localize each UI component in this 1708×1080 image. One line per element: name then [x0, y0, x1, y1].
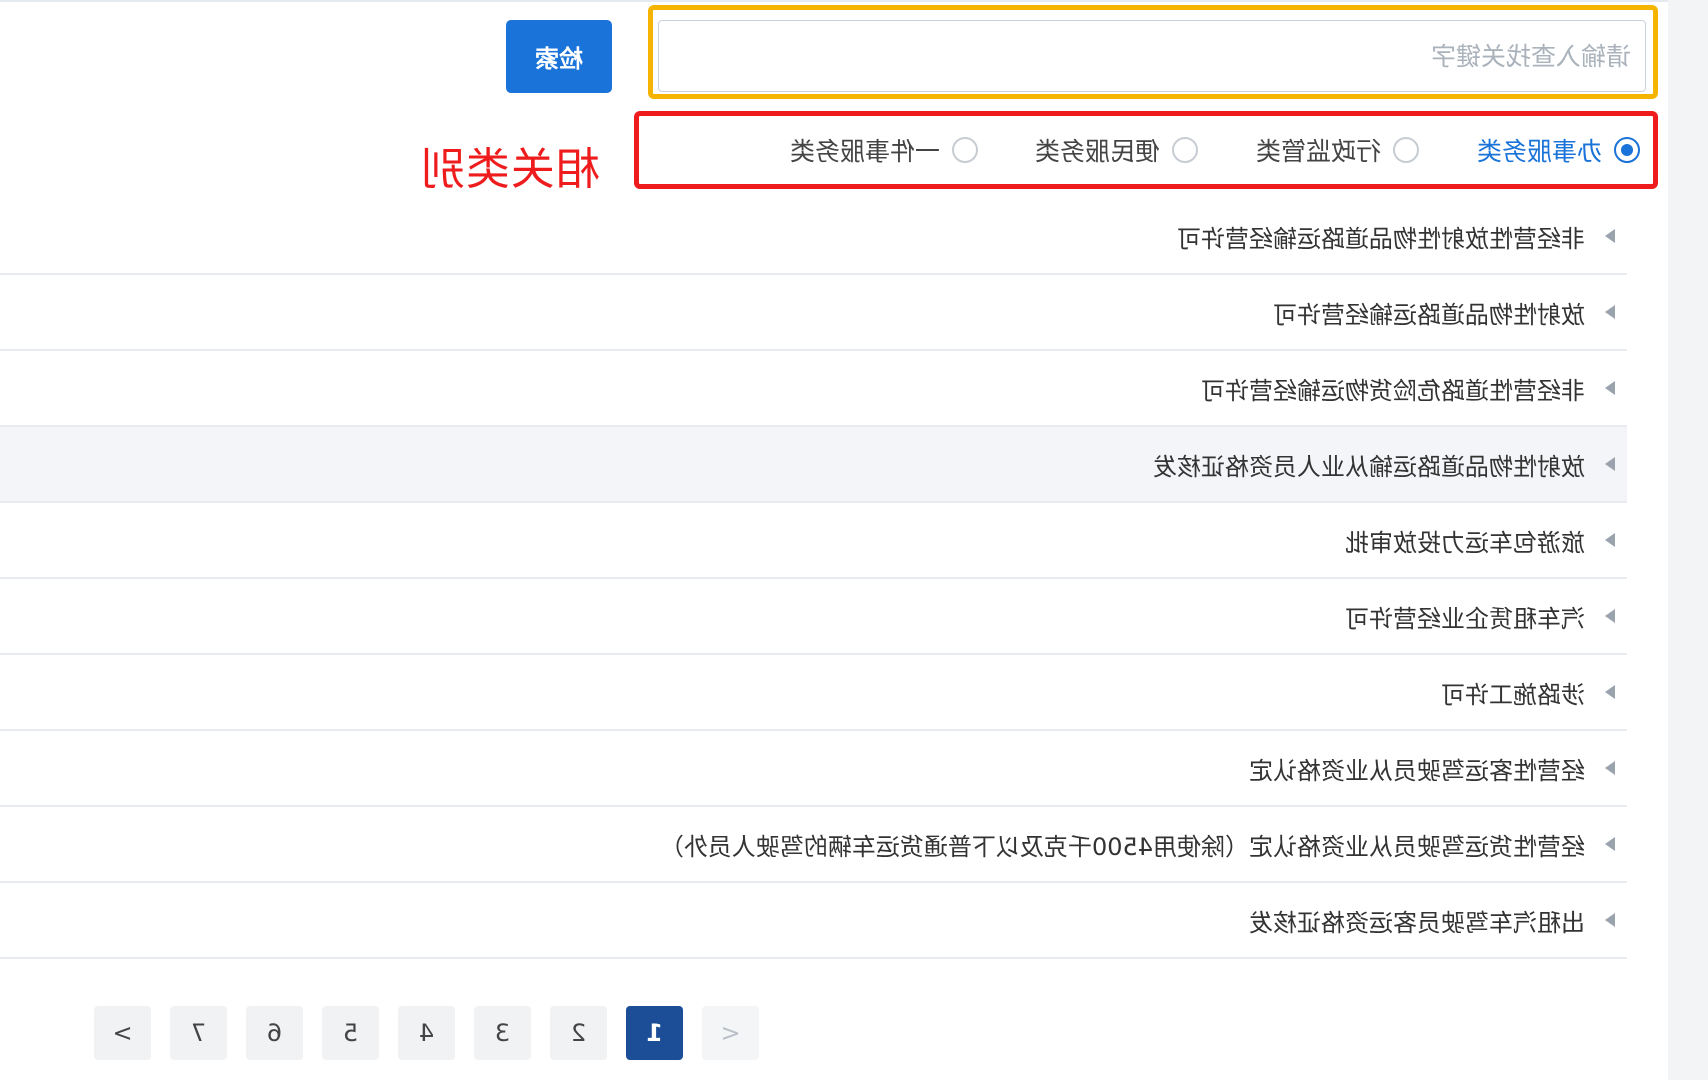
list-item[interactable]: 出租汽车驾驶员客运资格证核发 [0, 883, 1627, 959]
list-item[interactable]: 汽车租赁企业经营许可 [0, 579, 1627, 655]
next-page-button[interactable]: > [94, 1006, 151, 1060]
radio-option-0[interactable]: 办事服务类 [1477, 111, 1640, 189]
page-button-4[interactable]: 4 [398, 1006, 455, 1060]
search-input[interactable] [658, 20, 1646, 92]
page-button-1[interactable]: 1 [626, 1006, 683, 1060]
caret-right-icon [1605, 381, 1615, 395]
radio-circle-icon[interactable] [1614, 137, 1640, 163]
list-item-text: 经营性货运驾驶员从业资格认定（除使用4500千克及以下普通货运车辆的驾驶人员外） [659, 832, 1585, 861]
list-item[interactable]: 放射性物品道路运输从业人员资格证核发 [0, 427, 1627, 503]
caret-right-icon [1605, 305, 1615, 319]
list-item-text: 非经营性放射性物品道路运输经营许可 [1177, 224, 1585, 253]
list-item[interactable]: 经营性客运驾驶员从业资格认定 [0, 731, 1627, 807]
radio-label: 行政监管类 [1255, 137, 1381, 166]
caret-right-icon [1605, 761, 1615, 775]
radio-label: 便民服务类 [1034, 137, 1160, 166]
caret-right-icon [1605, 457, 1615, 471]
list-item[interactable]: 非经营性放射性物品道路运输经营许可 [0, 199, 1627, 275]
caret-right-icon [1605, 533, 1615, 547]
service-list: 非经营性放射性物品道路运输经营许可 放射性物品道路运输经营许可 非经营性道路危险… [0, 199, 1627, 959]
list-item-text: 放射性物品道路运输经营许可 [1273, 300, 1585, 329]
list-item-text: 出租汽车驾驶员客运资格证核发 [1249, 908, 1585, 937]
list-item[interactable]: 放射性物品道路运输经营许可 [0, 275, 1627, 351]
caret-right-icon [1605, 685, 1615, 699]
list-item[interactable]: 旅游包车运力投放审批 [0, 503, 1627, 579]
caret-right-icon [1605, 837, 1615, 851]
pagination: < 1 2 3 4 5 6 7 > [94, 1006, 759, 1060]
radio-option-3[interactable]: 一件事服务类 [790, 111, 978, 189]
page-stage: 检索 办事服务类 行政监管类 便民服务类 一件事服务类 相关类别 非经营性放射性… [0, 0, 1708, 1080]
radio-label: 办事服务类 [1476, 137, 1602, 166]
list-item[interactable]: 涉路施工许可 [0, 655, 1627, 731]
radio-circle-icon[interactable] [1172, 137, 1198, 163]
list-item-text: 汽车租赁企业经营许可 [1345, 604, 1585, 633]
page-button-7[interactable]: 7 [170, 1006, 227, 1060]
caret-right-icon [1605, 913, 1615, 927]
list-item[interactable]: 经营性货运驾驶员从业资格认定（除使用4500千克及以下普通货运车辆的驾驶人员外） [0, 807, 1627, 883]
radio-option-1[interactable]: 行政监管类 [1256, 111, 1419, 189]
caret-right-icon [1605, 229, 1615, 243]
prev-page-button[interactable]: < [702, 1006, 759, 1060]
page-button-5[interactable]: 5 [322, 1006, 379, 1060]
caret-right-icon [1605, 609, 1615, 623]
list-item-text: 非经营性道路危险货物运输经营许可 [1201, 376, 1585, 405]
page-button-3[interactable]: 3 [474, 1006, 531, 1060]
radio-label: 一件事服务类 [789, 137, 940, 166]
radio-option-2[interactable]: 便民服务类 [1035, 111, 1198, 189]
list-item-text: 经营性客运驾驶员从业资格认定 [1249, 756, 1585, 785]
radio-circle-icon[interactable] [952, 137, 978, 163]
list-item-text: 放射性物品道路运输从业人员资格证核发 [1153, 452, 1585, 481]
page-button-6[interactable]: 6 [246, 1006, 303, 1060]
top-divider [0, 0, 1708, 2]
category-annotation-label: 相关类别 [420, 144, 600, 195]
list-item-text: 旅游包车运力投放审批 [1345, 528, 1585, 557]
list-item[interactable]: 非经营性道路危险货物运输经营许可 [0, 351, 1627, 427]
page-button-2[interactable]: 2 [550, 1006, 607, 1060]
list-item-text: 涉路施工许可 [1441, 680, 1585, 709]
radio-circle-icon[interactable] [1393, 137, 1419, 163]
scroll-gutter[interactable] [1668, 0, 1708, 1080]
category-radio-group: 办事服务类 行政监管类 便民服务类 一件事服务类 [634, 111, 1658, 189]
search-button[interactable]: 检索 [506, 20, 612, 93]
